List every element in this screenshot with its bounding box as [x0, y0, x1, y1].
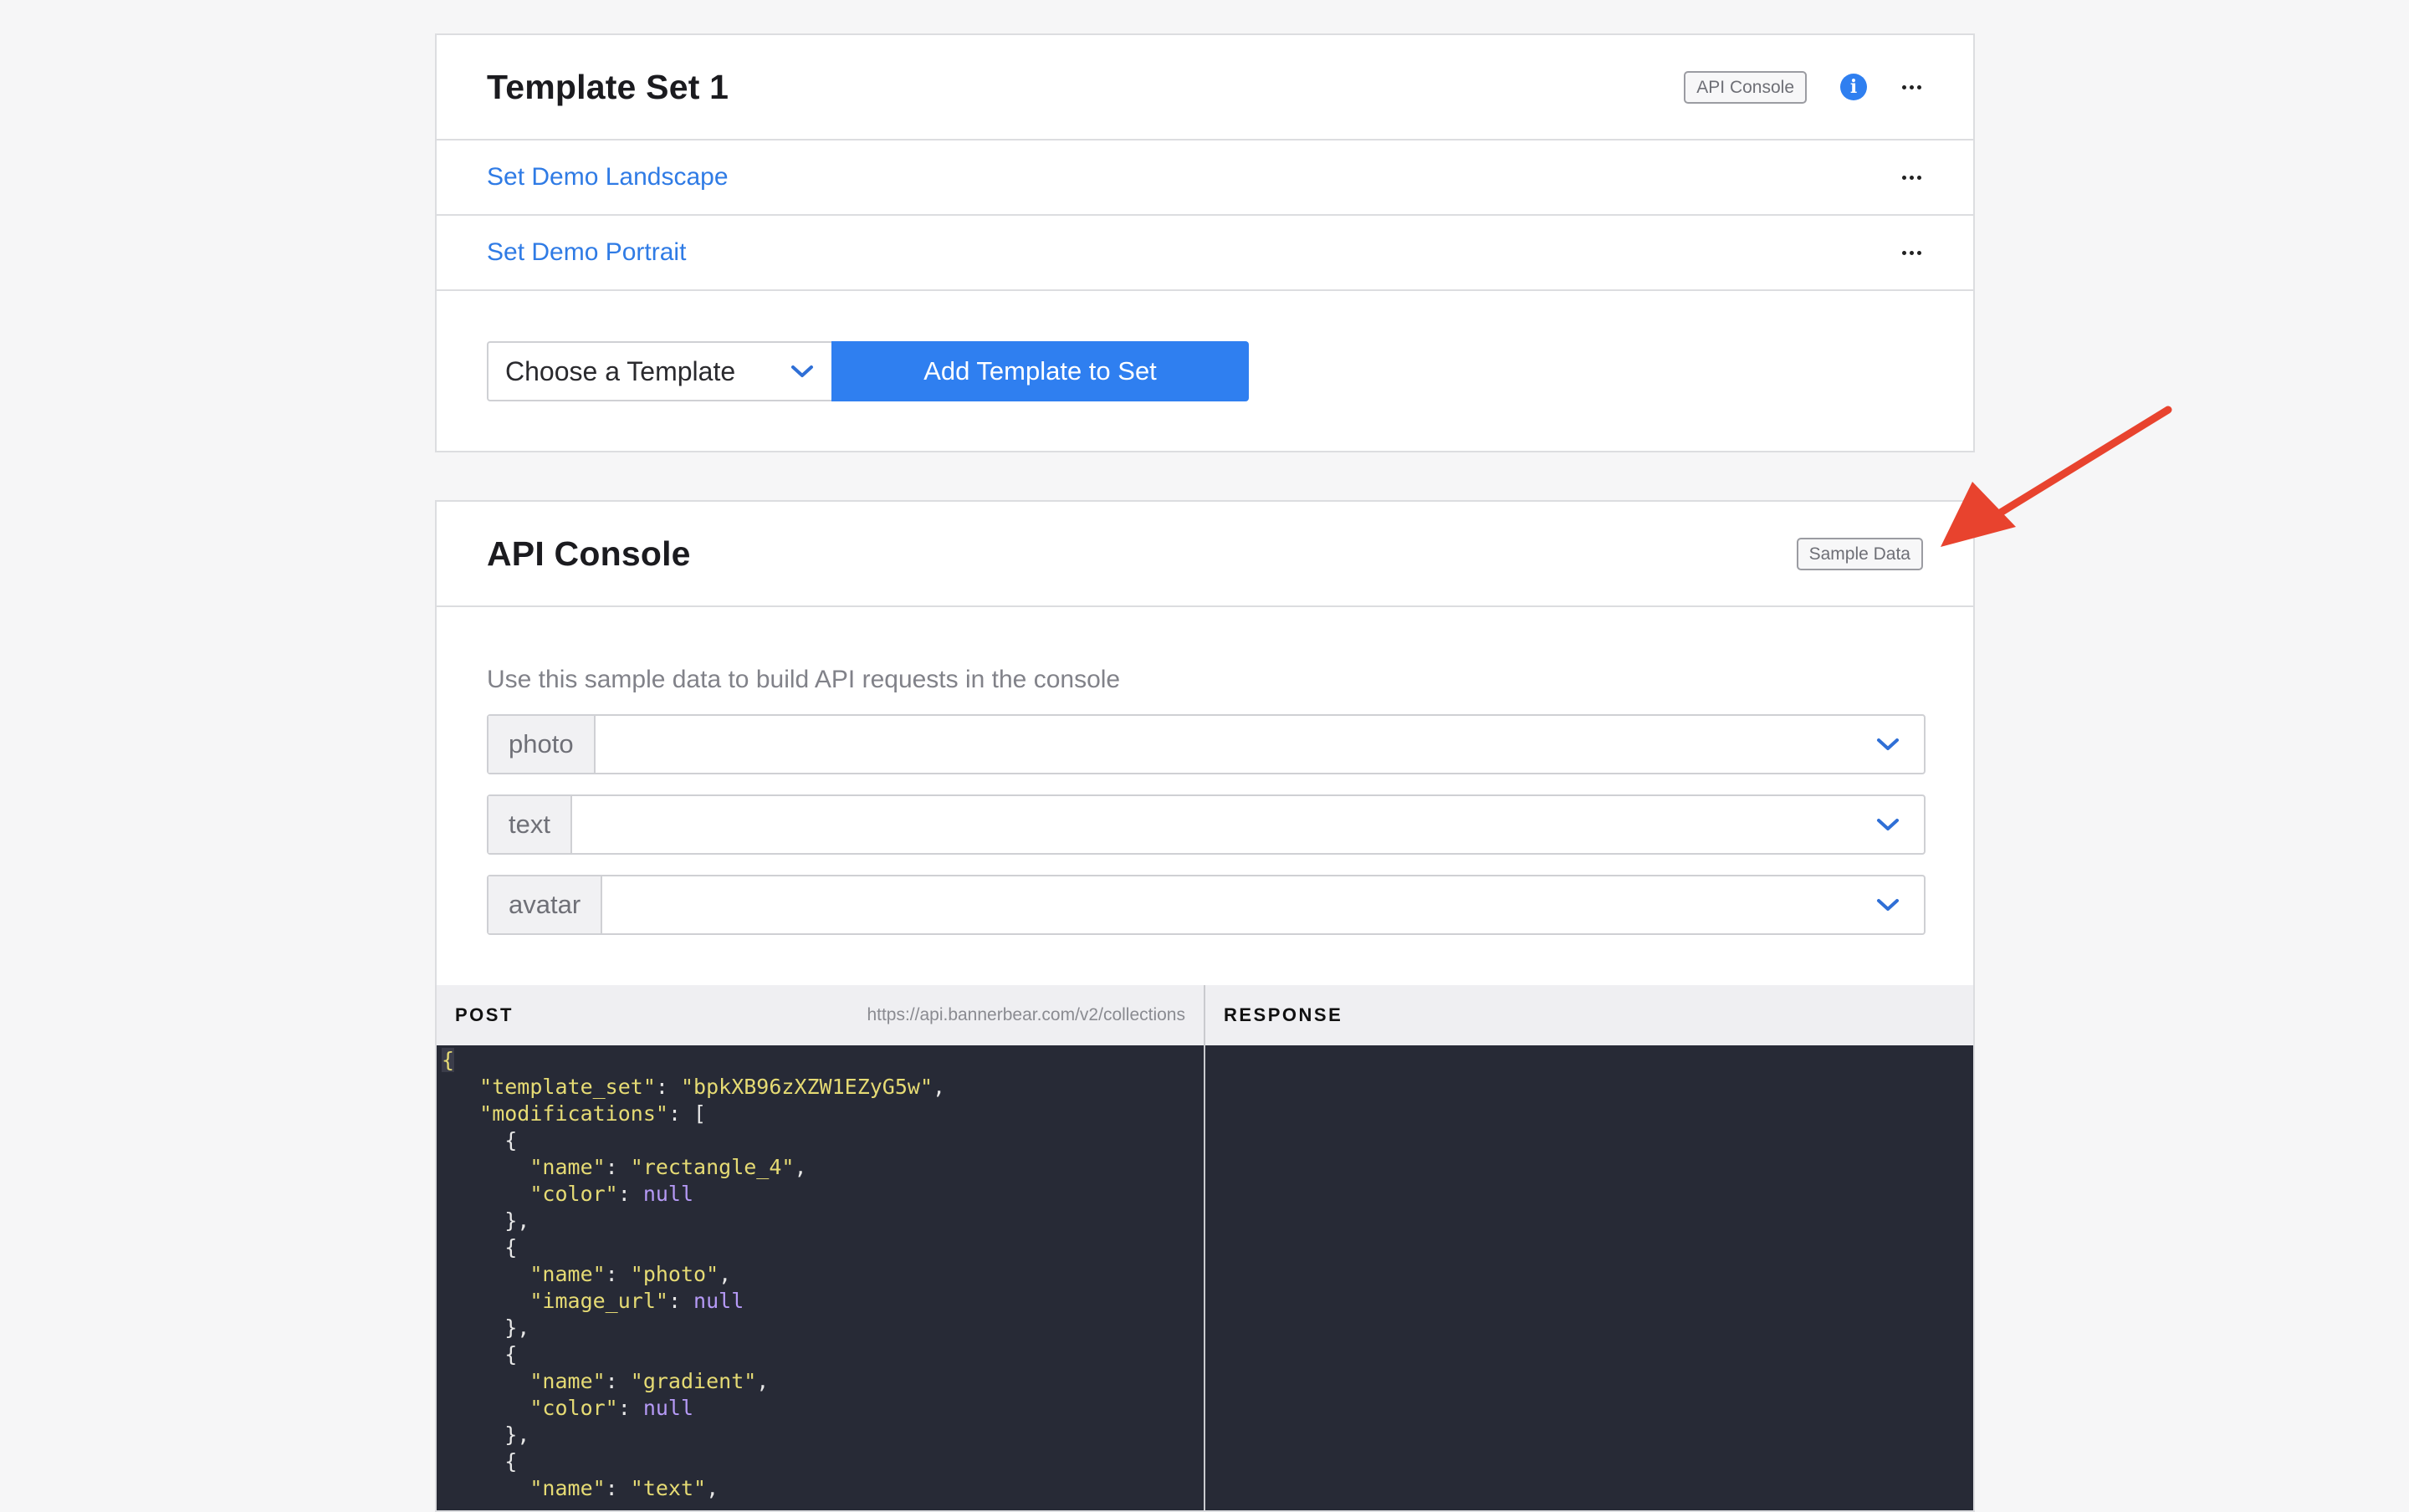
add-template-button[interactable]: Add Template to Set — [831, 341, 1249, 401]
header-actions: API Console i — [1684, 70, 1923, 104]
intro-text: Use this sample data to build API reques… — [487, 666, 1121, 693]
more-options-icon[interactable] — [1900, 248, 1923, 258]
chevron-down-icon — [1877, 738, 1899, 750]
template-select-value: Choose a Template — [505, 355, 736, 386]
section-title: API Console — [487, 534, 691, 573]
api-console-header: API Console Sample Data — [437, 502, 1973, 607]
http-method: POST — [455, 1004, 514, 1025]
field-avatar: avatar — [487, 875, 1926, 935]
template-set-header: Template Set 1 API Console i — [437, 35, 1973, 140]
response-output — [1205, 1045, 1973, 1510]
sample-data-form: Use this sample data to build API reques… — [437, 666, 1973, 935]
field-photo: photo — [487, 714, 1926, 774]
annotation-arrow-icon — [1941, 406, 2172, 547]
post-pane: POST https://api.bannerbear.com/v2/colle… — [437, 985, 1205, 1510]
header-actions: Sample Data — [1796, 537, 1923, 570]
sample-data-button[interactable]: Sample Data — [1796, 537, 1923, 570]
field-label: photo — [488, 716, 596, 773]
chevron-down-icon — [791, 365, 813, 377]
post-pane-header: POST https://api.bannerbear.com/v2/colle… — [437, 985, 1204, 1045]
response-label: RESPONSE — [1224, 1004, 1343, 1025]
page-title: Template Set 1 — [487, 67, 729, 106]
more-options-icon[interactable] — [1900, 172, 1923, 183]
api-console-button[interactable]: API Console — [1684, 70, 1807, 104]
response-pane: RESPONSE — [1205, 985, 1973, 1510]
text-select[interactable] — [572, 796, 1924, 853]
chevron-down-icon — [1877, 819, 1899, 830]
set-item-landscape: Set Demo Landscape — [437, 140, 1973, 216]
console-panes: POST https://api.bannerbear.com/v2/colle… — [437, 985, 1973, 1510]
request-editor[interactable]: { "template_set": "bpkXB96zXZW1EZyG5w", … — [437, 1045, 1204, 1510]
template-set-card: Template Set 1 API Console i Set Demo La… — [435, 33, 1975, 452]
chevron-down-icon — [1877, 899, 1899, 911]
info-icon[interactable]: i — [1840, 74, 1867, 100]
add-template-row: Choose a Template Add Template to Set — [437, 291, 1973, 452]
response-pane-header: RESPONSE — [1205, 985, 1973, 1045]
field-text: text — [487, 794, 1926, 855]
api-console-card: API Console Sample Data Use this sample … — [435, 500, 1975, 1512]
set-item-portrait: Set Demo Portrait — [437, 216, 1973, 291]
set-item-link[interactable]: Set Demo Landscape — [487, 163, 729, 192]
endpoint-url: https://api.bannerbear.com/v2/collection… — [867, 1005, 1185, 1024]
field-label: avatar — [488, 876, 603, 933]
field-label: text — [488, 796, 572, 853]
avatar-select[interactable] — [602, 876, 1924, 933]
more-options-icon[interactable] — [1900, 82, 1923, 93]
photo-select[interactable] — [596, 716, 1924, 773]
request-code: { "template_set": "bpkXB96zXZW1EZyG5w", … — [442, 1048, 946, 1500]
template-select[interactable]: Choose a Template — [487, 341, 831, 401]
set-item-link[interactable]: Set Demo Portrait — [487, 238, 686, 267]
